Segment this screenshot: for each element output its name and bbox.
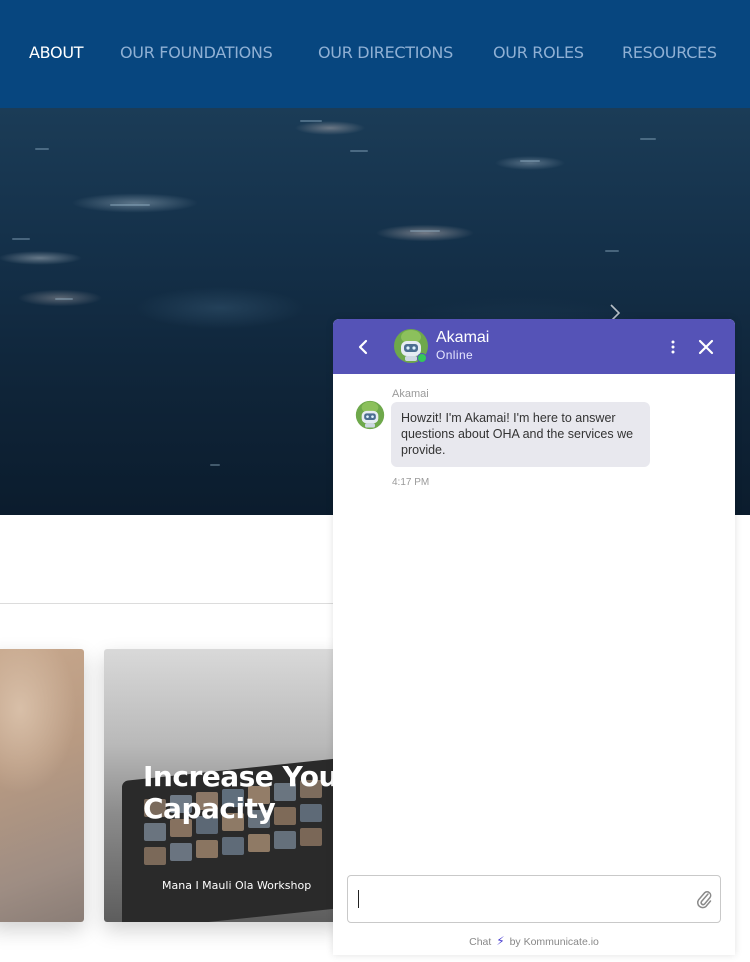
chat-header: Akamai Online	[333, 319, 735, 374]
feature-card[interactable]	[0, 649, 84, 922]
card-subtitle: Mana I Mauli Ola Workshop	[162, 879, 312, 892]
robot-avatar-icon	[355, 400, 385, 430]
feature-card-increase-capacity[interactable]: Increase Your Capacity Mana I Mauli Ola …	[104, 649, 344, 922]
chevron-left-icon	[358, 339, 368, 355]
message-timestamp: 4:17 PM	[392, 477, 430, 488]
nav-item-our-directions[interactable]: OUR DIRECTIONS	[318, 43, 453, 62]
online-status-dot	[417, 353, 427, 363]
chat-bot-name: Akamai	[436, 329, 490, 346]
nav-item-about[interactable]: ABOUT	[29, 43, 84, 62]
attach-button[interactable]	[694, 888, 714, 910]
nav-item-resources[interactable]: RESOURCES	[622, 43, 717, 62]
page: ABOUT OUR FOUNDATIONS OUR DIRECTIONS OUR…	[0, 0, 750, 962]
more-vertical-icon	[671, 340, 675, 354]
nav-item-our-roles[interactable]: OUR ROLES	[493, 43, 584, 62]
chat-back-button[interactable]	[353, 336, 375, 358]
chat-input-box	[347, 875, 721, 923]
chat-widget: Akamai Online Akamai Howzit! I'm Akamai!…	[333, 319, 735, 955]
text-caret	[358, 890, 359, 908]
close-icon	[698, 339, 714, 355]
section-divider	[0, 603, 340, 604]
chat-message-input[interactable]	[348, 876, 678, 922]
card-title: Increase Your Capacity	[143, 760, 344, 825]
lightning-icon: ⚡︎	[496, 934, 505, 948]
paperclip-icon	[697, 891, 712, 909]
nav-item-our-foundations[interactable]: OUR FOUNDATIONS	[120, 43, 273, 62]
chat-status: Online	[436, 348, 474, 362]
top-navigation: ABOUT OUR FOUNDATIONS OUR DIRECTIONS OUR…	[0, 0, 750, 108]
message-sender: Akamai	[392, 388, 429, 400]
powered-prefix: Chat	[469, 936, 492, 948]
powered-suffix: by Kommunicate.io	[509, 936, 599, 948]
powered-by-footer[interactable]: Chat ⚡︎ by Kommunicate.io	[333, 934, 735, 948]
chat-close-button[interactable]	[695, 336, 717, 358]
message-bubble: Howzit! I'm Akamai! I'm here to answer q…	[391, 402, 650, 467]
message-avatar	[355, 400, 385, 430]
chat-menu-button[interactable]	[666, 336, 680, 358]
